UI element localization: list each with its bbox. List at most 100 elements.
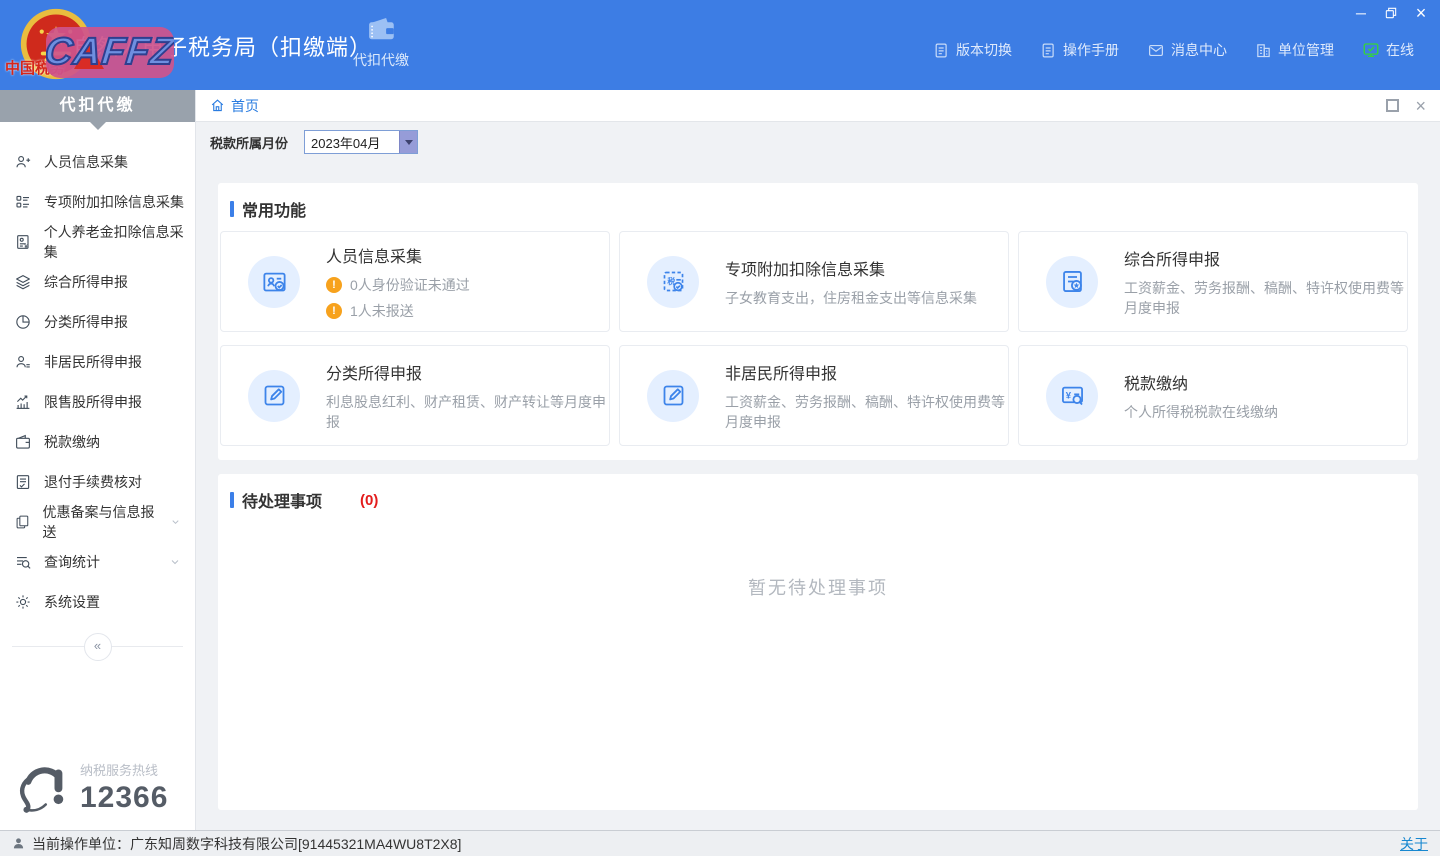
sidebar-item-label: 优惠备案与信息报送 (43, 502, 159, 542)
topnav-tab-withholding[interactable]: 代扣代缴 (342, 12, 420, 70)
edit-icon (660, 382, 687, 409)
sidebar-item-restricted-shares[interactable]: 限售股所得申报 (0, 382, 195, 422)
pending-empty-text: 暂无待处理事项 (218, 574, 1418, 600)
warning-text: 1人未报送 (350, 301, 414, 321)
sidebar-item-label: 专项附加扣除信息采集 (44, 192, 184, 212)
document-icon (933, 42, 950, 59)
main-area: 首页 × 税款所属月份 2023年04月 常用功能 (196, 90, 1440, 830)
close-button[interactable]: × (1412, 5, 1430, 21)
sidebar-item-personnel-info[interactable]: 人员信息采集 (0, 142, 195, 182)
card-title: 专项附加扣除信息采集 (725, 256, 977, 280)
card-icon-wrap (1046, 256, 1098, 308)
chevron-down-icon (169, 556, 181, 568)
id-card-icon: ¥ (14, 233, 32, 251)
copy-icon (14, 513, 31, 531)
pending-items-panel: 待处理事项 (0) 暂无待处理事项 (218, 474, 1418, 810)
card-nonresident-income[interactable]: 非居民所得申报 工资薪金、劳务报酬、稿酬、特许权使用费等月度申报 (619, 345, 1009, 446)
window-controls: ─ × (1352, 5, 1430, 21)
card-subtitle: 工资薪金、劳务报酬、稿酬、特许权使用费等月度申报 (725, 392, 1008, 432)
menu-message-center[interactable]: 消息中心 (1147, 40, 1227, 60)
sidebar-item-query-statistics[interactable]: 查询统计 (0, 542, 195, 582)
pending-count-badge: (0) (360, 492, 378, 509)
tab-home[interactable]: 首页 (210, 96, 259, 116)
sidebar-item-nonresident-income[interactable]: 非居民所得申报 (0, 342, 195, 382)
tax-month-select[interactable]: 2023年04月 (304, 130, 418, 154)
menu-version-switch[interactable]: 版本切换 (933, 40, 1012, 60)
document-star-icon (1059, 268, 1086, 295)
sidebar-item-system-settings[interactable]: 系统设置 (0, 582, 195, 622)
card-subtitle: 工资薪金、劳务报酬、稿酬、特许权使用费等月度申报 (1124, 278, 1407, 318)
card-icon-wrap (248, 256, 300, 308)
restore-icon (1384, 6, 1398, 20)
tab-controls: × (1386, 99, 1426, 112)
tab-maximize-icon[interactable] (1386, 99, 1399, 112)
select-dropdown-button[interactable] (399, 131, 417, 153)
menu-unit-management[interactable]: 单位管理 (1255, 40, 1334, 60)
sidebar-item-label: 退付手续费核对 (44, 472, 142, 492)
sidebar-item-refund-fee-check[interactable]: 退付手续费核对 (0, 462, 195, 502)
sidebar-item-label: 人员信息采集 (44, 152, 128, 172)
sidebar-header: 代扣代缴 (0, 90, 195, 122)
home-icon (210, 98, 225, 113)
person-icon (12, 837, 25, 850)
statusbar: 当前操作单位：广东知周数字科技有限公司[91445321MA4WU8T2X8] … (0, 830, 1440, 856)
section-title: 常用功能 (242, 197, 306, 221)
current-operator-text: 当前操作单位：广东知周数字科技有限公司[91445321MA4WU8T2X8] (32, 834, 461, 854)
sidebar: 代扣代缴 人员信息采集 专项附加扣除信息采集 ¥ 个人养老金扣除信息采集 (0, 90, 196, 830)
sidebar-item-pension-deduction[interactable]: ¥ 个人养老金扣除信息采集 (0, 222, 195, 262)
id-badge-check-icon (261, 268, 288, 295)
menu-manual[interactable]: 操作手册 (1040, 40, 1119, 60)
sidebar-nav: 人员信息采集 专项附加扣除信息采集 ¥ 个人养老金扣除信息采集 综合所得申报 (0, 122, 195, 622)
tab-close-icon[interactable]: × (1415, 100, 1426, 112)
person-add-icon (14, 153, 32, 171)
hotline-block: 纳税服务热线 12366 (16, 758, 168, 816)
warning-icon: ! (326, 303, 342, 319)
card-icon-wrap: ¥ (1046, 370, 1098, 422)
sidebar-item-label: 限售股所得申报 (44, 392, 142, 412)
watermark-overlay: CAFFZ (46, 27, 174, 78)
card-subtitle: 子女教育支出，住房租金支出等信息采集 (725, 288, 977, 308)
person-lines-icon (14, 353, 32, 371)
common-functions-panel: 常用功能 人员信息采集 ! 0人身份验证未通 (218, 183, 1418, 460)
search-list-icon (14, 553, 32, 571)
pie-chart-icon (14, 313, 32, 331)
watermark-text: CAFFZ (46, 31, 174, 74)
menu-online-status[interactable]: 在线 (1362, 40, 1414, 60)
sidebar-item-label: 综合所得申报 (44, 272, 128, 292)
minimize-button[interactable]: ─ (1352, 5, 1370, 21)
hotline-label: 纳税服务热线 (80, 760, 168, 779)
menu-label: 操作手册 (1063, 40, 1119, 60)
section-accent-bar (230, 492, 234, 508)
sidebar-item-label: 个人养老金扣除信息采集 (44, 222, 195, 262)
about-link[interactable]: 关于 (1400, 834, 1428, 854)
tax-form-check-icon: 税 (660, 268, 687, 295)
card-icon-wrap (647, 370, 699, 422)
sidebar-item-preferential-filing[interactable]: 优惠备案与信息报送 (0, 502, 195, 542)
card-special-deduction[interactable]: 税 专项附加扣除信息采集 子女教育支出，住房租金支出等信息采集 (619, 231, 1009, 332)
menu-label: 单位管理 (1278, 40, 1334, 60)
sidebar-item-comprehensive-income[interactable]: 综合所得申报 (0, 262, 195, 302)
tax-month-label: 税款所属月份 (210, 133, 288, 152)
sidebar-item-label: 非居民所得申报 (44, 352, 142, 372)
sidebar-item-special-deduction[interactable]: 专项附加扣除信息采集 (0, 182, 195, 222)
card-comprehensive-income[interactable]: 综合所得申报 工资薪金、劳务报酬、稿酬、特许权使用费等月度申报 (1018, 231, 1408, 332)
card-title: 人员信息采集 (326, 243, 470, 267)
card-personnel-info[interactable]: 人员信息采集 ! 0人身份验证未通过 ! 1人未报送 (220, 231, 610, 332)
warning-text: 0人身份验证未通过 (350, 275, 470, 295)
section-title: 待处理事项 (242, 488, 322, 512)
mail-icon (1147, 42, 1165, 59)
sidebar-item-tax-payment[interactable]: 税款缴纳 (0, 422, 195, 462)
card-classified-income[interactable]: 分类所得申报 利息股息红利、财产租赁、财产转让等月度申报 (220, 345, 610, 446)
section-accent-bar (230, 201, 234, 217)
sidebar-collapse-button[interactable]: « (84, 633, 112, 661)
sidebar-item-label: 系统设置 (44, 592, 100, 612)
gear-icon (14, 593, 32, 611)
card-title: 综合所得申报 (1124, 246, 1407, 270)
tabbar: 首页 × (196, 90, 1440, 122)
restore-button[interactable] (1382, 5, 1400, 21)
card-tax-payment[interactable]: ¥ 税款缴纳 个人所得税税款在线缴纳 (1018, 345, 1408, 446)
form-list-icon (14, 193, 32, 211)
sidebar-item-classified-income[interactable]: 分类所得申报 (0, 302, 195, 342)
document-icon (1040, 42, 1057, 59)
card-subtitle: 利息股息红利、财产租赁、财产转让等月度申报 (326, 392, 609, 432)
